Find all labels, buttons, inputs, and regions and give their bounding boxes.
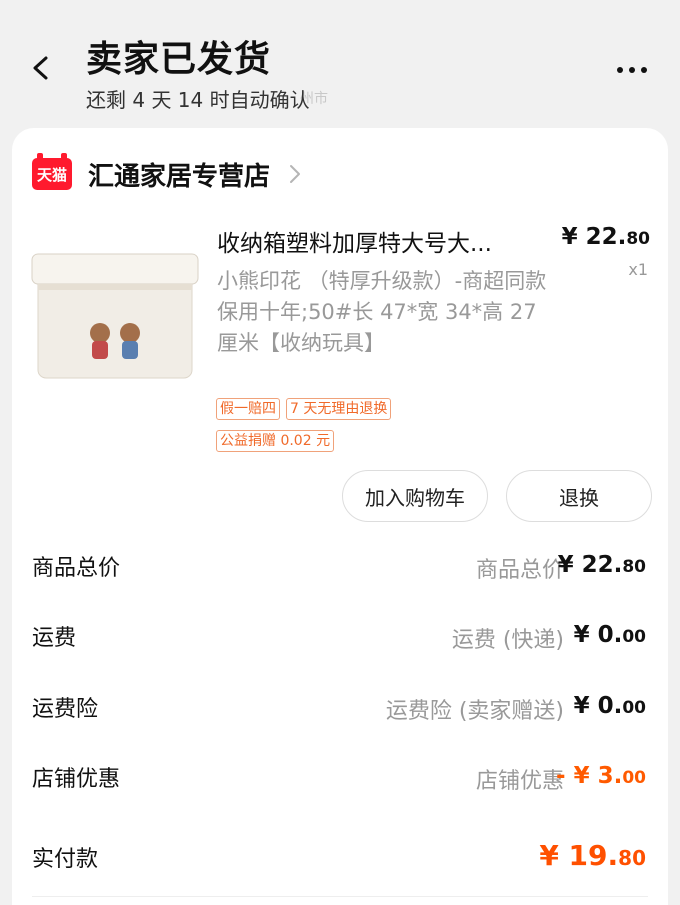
back-button[interactable] [26,52,56,84]
summary-row-total: 实付款 ¥ 19.80 [12,839,668,881]
product-title[interactable]: 收纳箱塑料加厚特大号大... [217,224,547,258]
value-main: - ¥ 3. [556,763,623,789]
tag-charity: 公益捐赠 0.02 元 [216,430,335,452]
product-quantity: x1 [628,260,648,279]
summary-label: 商品总价 [32,556,121,581]
summary-desc: 商品总价 [475,558,564,583]
product-spec: 小熊印花 （特厚升级款）-商超同款 保用十年;50#长 47*宽 34*高 27… [217,269,547,355]
summary-desc: 运费险 (卖家赠送) [385,699,564,724]
summary-label: 店铺优惠 [32,767,121,792]
summary-desc: 运费 (快递) [451,628,564,653]
value-main: ¥ 22. [557,552,623,578]
summary-row-store-discount: 店铺优惠 店铺优惠 - ¥ 3.00 [12,761,668,801]
product-price: ¥ 22.80 [562,224,650,250]
product-image[interactable] [30,248,200,388]
summary-value: ¥ 0.00 [574,622,646,648]
total-label: 实付款 [32,847,99,872]
auto-confirm-countdown: 还剩 4 天 14 时自动确认 [86,88,310,112]
value-main: ¥ 19. [539,839,619,872]
return-exchange-button[interactable]: 退换 [506,470,652,522]
value-main: ¥ 0. [573,693,623,719]
summary-value: ¥ 22.80 [558,552,646,578]
store-name: 汇通家居专营店 [88,161,271,192]
more-button[interactable] [612,58,652,82]
total-value: ¥ 19.80 [539,839,646,872]
divider [32,896,648,897]
value-cents: 80 [622,557,646,577]
price-cents: 80 [626,229,650,249]
value-main: ¥ 0. [573,622,623,648]
summary-row-shipping: 运费 运费 (快递) ¥ 0.00 [12,620,668,660]
add-to-cart-button[interactable]: 加入购物车 [342,470,488,522]
summary-row-subtotal: 商品总价 商品总价 ¥ 22.80 [12,550,668,590]
price-main: ¥ 22. [561,224,627,250]
tmall-logo: 天猫 [32,153,72,190]
value-cents: 00 [622,698,646,718]
store-link[interactable]: 天猫 汇通家居专营店 [32,153,302,192]
value-cents: 00 [622,627,646,647]
chevron-left-icon [33,56,48,80]
summary-value: ¥ 0.00 [574,693,646,719]
value-cents: 00 [622,768,646,788]
service-tags: 假一赔四 7 天无理由退换 公益捐赠 0.02 元 [216,398,516,462]
summary-value: - ¥ 3.00 [556,763,646,789]
summary-row-shipping-insurance: 运费险 运费险 (卖家赠送) ¥ 0.00 [12,691,668,731]
summary-label: 运费 [32,626,77,651]
summary-label: 运费险 [32,697,99,722]
summary-desc: 店铺优惠 [475,769,564,794]
tag-fake-compensation: 假一赔四 [216,398,280,420]
value-cents: 80 [618,846,646,870]
top-header: 卖家已发货 州市 还剩 4 天 14 时自动确认 [0,0,680,128]
page-title: 卖家已发货 [86,39,272,80]
tag-7day-return: 7 天无理由退换 [286,398,392,420]
more-dots-icon [617,67,647,73]
chevron-right-icon [290,165,301,183]
order-card: 天猫 汇通家居专营店 收纳箱塑料加厚特大号大... ¥ 22.80 x1 小熊印… [12,128,668,905]
